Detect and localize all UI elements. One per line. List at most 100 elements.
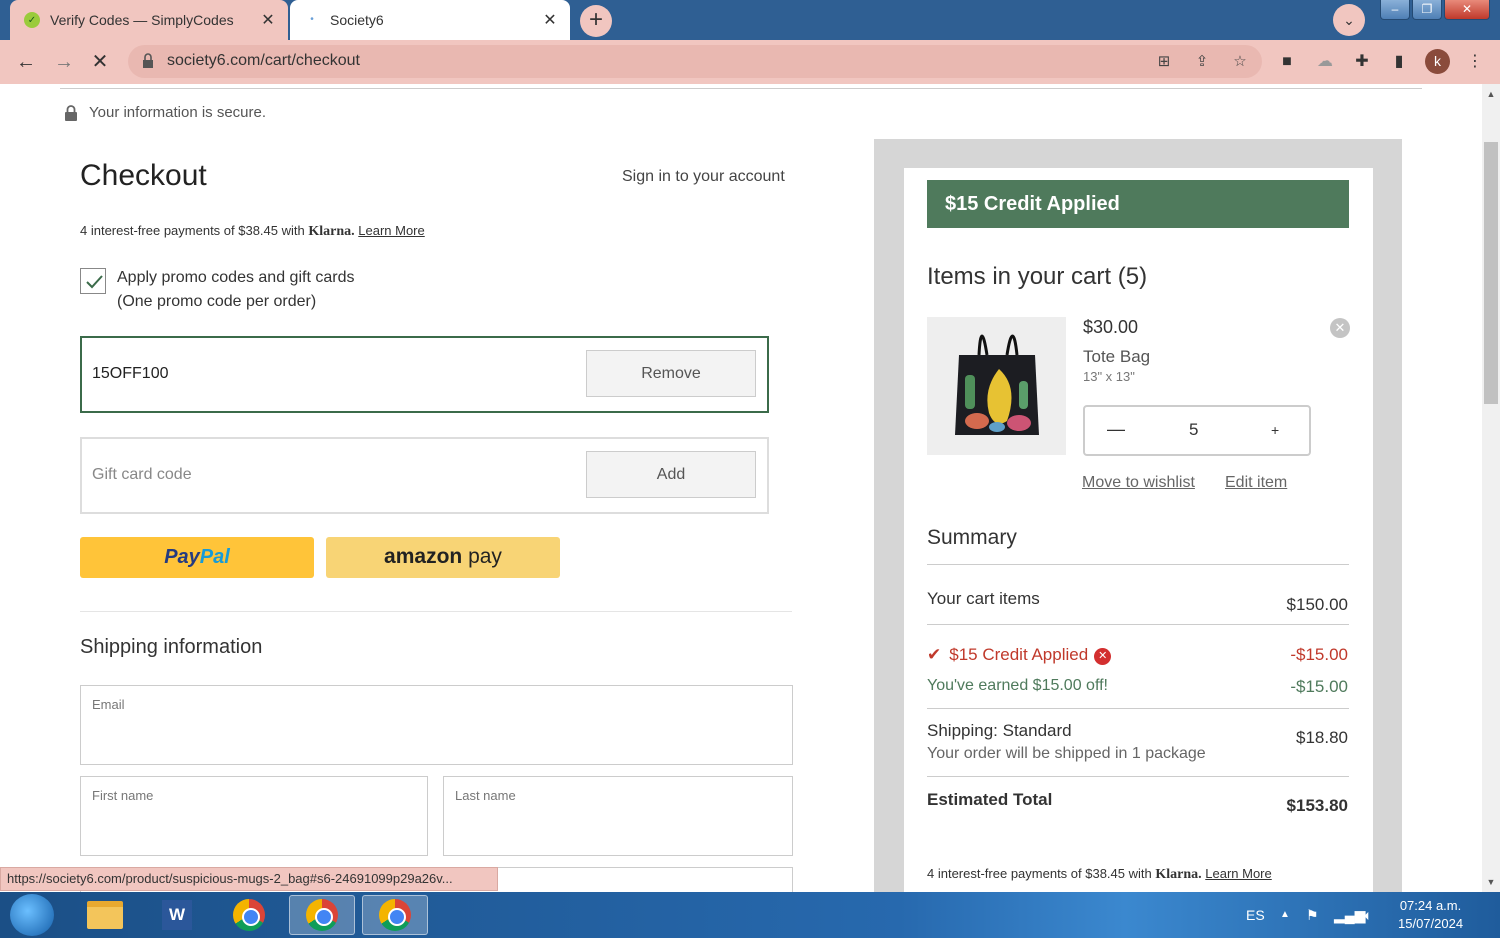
scrollbar-thumb[interactable] [1484, 142, 1498, 404]
forward-arrow-icon[interactable]: → [50, 48, 78, 76]
sign-in-link[interactable]: Sign in to your account [622, 168, 785, 186]
page-viewport: Your information is secure. Checkout Sig… [0, 84, 1482, 892]
item-name[interactable]: Tote Bag [1083, 347, 1150, 367]
klarna-learn-more-link[interactable]: Learn More [358, 223, 424, 238]
clock-date: 15/07/2024 [1398, 916, 1464, 931]
back-arrow-icon[interactable]: ← [12, 48, 40, 76]
earned-label: You've earned $15.00 off! [927, 677, 1108, 694]
tab-society6[interactable]: • Society6 ✕ [290, 0, 570, 40]
show-hidden-icons-icon[interactable]: ▲ [1280, 892, 1290, 938]
edit-item-link[interactable]: Edit item [1225, 474, 1287, 492]
restore-button[interactable]: ❐ [1412, 0, 1442, 20]
remove-credit-icon[interactable]: ✕ [1094, 648, 1112, 665]
file-explorer-taskbar-icon[interactable] [72, 895, 138, 935]
profile-avatar[interactable]: k [1425, 49, 1450, 74]
page-title: Checkout [80, 159, 207, 192]
paypal-button[interactable]: PayPal [80, 537, 314, 578]
browser-tab-strip: ✓ Verify Codes — SimplyCodes ✕ • Society… [0, 0, 1500, 40]
amazon-logo: amazon [384, 545, 463, 568]
checkmark-icon [86, 275, 103, 289]
shipping-value: $18.80 [1296, 728, 1348, 747]
secure-notice: Your information is secure. [64, 104, 266, 121]
item-size: 13" x 13" [1083, 369, 1135, 384]
last-name-label: Last name [455, 788, 516, 803]
shipping-section-title: Shipping information [80, 636, 263, 658]
first-name-label: First name [92, 788, 154, 803]
chrome-profile-k-taskbar-icon[interactable] [289, 895, 355, 935]
extensions-puzzle-icon[interactable]: ✚ [1350, 50, 1374, 74]
tote-bag-thumbnail[interactable] [927, 317, 1066, 455]
cart-items-value: $150.00 [1286, 595, 1348, 614]
amazon-pay-button[interactable]: amazon pay [326, 537, 560, 578]
window-controls: – ❐ ✕ [1378, 0, 1490, 20]
klarna-logo: Klarna. [308, 224, 355, 239]
promo-code-field[interactable]: 15OFF100 Remove [80, 336, 769, 413]
move-to-wishlist-link[interactable]: Move to wishlist [1082, 474, 1195, 492]
word-taskbar-icon[interactable]: W [144, 895, 210, 935]
gift-card-field[interactable]: Gift card code Add [80, 437, 769, 514]
browser-toolbar: ← → ✕ society6.com/cart/checkout ⊞ ⇪ ☆ ■… [0, 40, 1500, 84]
chrome-taskbar-icon[interactable] [216, 895, 282, 935]
email-field[interactable]: Email [80, 685, 793, 765]
promo-label-subtext: (One promo code per order) [117, 293, 317, 310]
tab-title: Verify Codes — SimplyCodes [50, 12, 234, 28]
tab-simplycodes[interactable]: ✓ Verify Codes — SimplyCodes ✕ [10, 0, 288, 40]
extension-cloud-icon[interactable]: ☁ [1313, 50, 1337, 74]
quantity-value[interactable]: 5 [1189, 420, 1198, 440]
add-gift-card-button[interactable]: Add [586, 451, 756, 498]
quantity-stepper: — 5 + [1083, 405, 1311, 456]
decrease-quantity-button[interactable]: — [1107, 419, 1125, 440]
promo-code-value[interactable]: 15OFF100 [92, 365, 168, 383]
window-close-button[interactable]: ✕ [1444, 0, 1490, 20]
summary-title: Summary [927, 526, 1017, 549]
language-indicator[interactable]: ES [1246, 892, 1265, 938]
url-text: society6.com/cart/checkout [167, 52, 360, 69]
link-status-bar: https://society6.com/product/suspicious-… [0, 867, 498, 891]
chrome-profile-a-taskbar-icon[interactable] [362, 895, 428, 935]
network-signal-icon[interactable]: ▂▄▆ [1334, 892, 1365, 938]
taskbar-clock[interactable]: 07:24 a.m. 15/07/2024 [1398, 897, 1463, 933]
cart-title: Items in your cart (5) [927, 263, 1148, 290]
promo-checkbox-label: Apply promo codes and gift cards (One pr… [117, 266, 354, 314]
browser-menu-icon[interactable]: ⋮ [1463, 50, 1487, 74]
section-divider [80, 611, 792, 612]
item-price: $30.00 [1083, 317, 1139, 337]
new-tab-button[interactable]: + [580, 5, 612, 37]
scroll-down-arrow-icon[interactable]: ▼ [1482, 874, 1500, 890]
minimize-button[interactable]: – [1380, 0, 1410, 20]
page-scrollbar[interactable]: ▲ ▼ [1482, 84, 1500, 892]
windows-start-button[interactable] [10, 894, 54, 936]
volume-icon[interactable]: 🔈︎ [1364, 892, 1372, 938]
close-tab-icon[interactable]: ✕ [538, 10, 562, 30]
last-name-field[interactable]: Last name [443, 776, 793, 856]
bookmark-star-icon[interactable]: ☆ [1230, 52, 1250, 72]
clock-time: 07:24 a.m. [1399, 898, 1462, 913]
credit-applied-value: -$15.00 [1290, 645, 1348, 664]
action-center-flag-icon[interactable]: ⚑ [1306, 892, 1319, 938]
increase-quantity-button[interactable]: + [1271, 422, 1279, 438]
stop-loading-icon[interactable]: ✕ [86, 48, 114, 76]
translate-icon[interactable]: ⊞ [1154, 52, 1174, 72]
credit-applied-row: ✔ $15 Credit Applied ✕ [927, 645, 1112, 665]
windows-taskbar: W ES ▲ ⚑ ▂▄▆ 🔈︎ 07:24 a.m. 15/07/2024 [0, 892, 1500, 938]
paypal-logo-pay: Pay [164, 546, 200, 568]
remove-item-icon[interactable]: ✕ [1330, 318, 1350, 338]
first-name-field[interactable]: First name [80, 776, 428, 856]
promo-label-text: Apply promo codes and gift cards [117, 269, 355, 286]
side-panel-icon[interactable]: ▮ [1387, 50, 1411, 74]
extension-robot-icon[interactable]: ■ [1275, 50, 1299, 74]
cart-items-label: Your cart items [927, 589, 1040, 608]
padlock-icon [65, 104, 77, 121]
promo-checkbox[interactable] [80, 268, 106, 294]
summary-divider [927, 564, 1349, 565]
close-tab-icon[interactable]: ✕ [256, 10, 280, 30]
klarna-learn-more-link[interactable]: Learn More [1205, 866, 1271, 881]
scroll-up-arrow-icon[interactable]: ▲ [1482, 86, 1500, 102]
remove-promo-button[interactable]: Remove [586, 350, 756, 397]
tab-search-chevron-icon[interactable]: ⌄ [1333, 4, 1365, 36]
address-bar[interactable]: society6.com/cart/checkout ⊞ ⇪ ☆ [128, 45, 1262, 78]
estimated-total-label: Estimated Total [927, 790, 1053, 809]
gift-card-placeholder[interactable]: Gift card code [92, 466, 192, 484]
folder-icon [87, 901, 123, 929]
share-icon[interactable]: ⇪ [1192, 52, 1212, 72]
